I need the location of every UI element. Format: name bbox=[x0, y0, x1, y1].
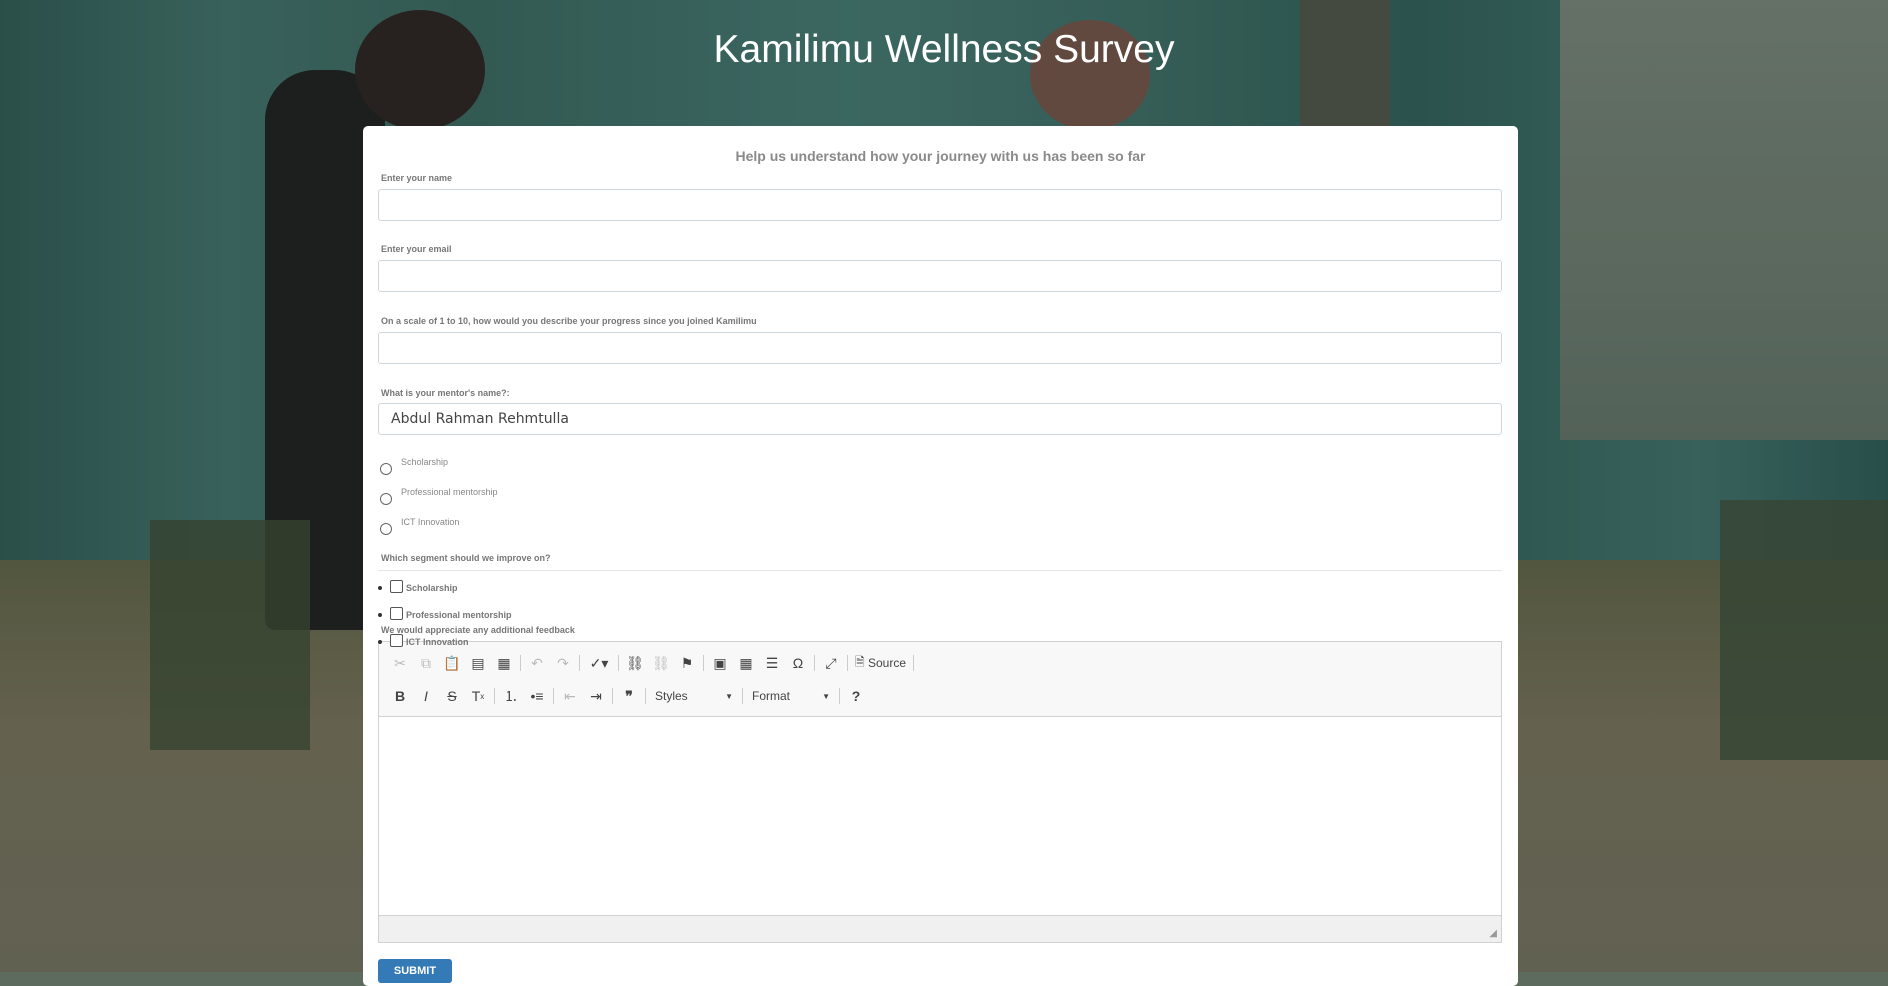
editor-toolbar: ✂ ⧉ 📋 ▤ ▦ ↶ ↷ ✓▾ ⛓ ⛓ ⚑ ▣ ▦ ☰ Ω ⤢ 🗎 Sourc… bbox=[379, 642, 1501, 717]
name-input[interactable] bbox=[378, 189, 1502, 221]
radio-icon[interactable] bbox=[380, 463, 392, 475]
special-char-icon[interactable]: Ω bbox=[785, 651, 811, 675]
radio-label: ICT Innovation bbox=[401, 517, 460, 527]
mentor-input[interactable]: Abdul Rahman Rehmtulla bbox=[378, 403, 1502, 435]
italic-icon[interactable]: I bbox=[413, 684, 439, 708]
image-icon[interactable]: ▣ bbox=[707, 651, 733, 675]
toolbar-row-1: ✂ ⧉ 📋 ▤ ▦ ↶ ↷ ✓▾ ⛓ ⛓ ⚑ ▣ ▦ ☰ Ω ⤢ 🗎 Sourc… bbox=[387, 651, 917, 675]
source-icon: 🗎 bbox=[855, 654, 865, 669]
form-subtitle: Help us understand how your journey with… bbox=[735, 148, 1146, 164]
checkbox-icon[interactable] bbox=[390, 580, 403, 593]
source-label: Source bbox=[868, 656, 907, 670]
radio-icon[interactable] bbox=[380, 493, 392, 505]
paste-icon[interactable]: 📋 bbox=[439, 651, 465, 675]
checkbox-icon[interactable] bbox=[390, 607, 403, 620]
toolbar-row-2: B I S Tx ⒈ •≡ ⇤ ⇥ ❞ Styles ▼ Format ▼ ? bbox=[387, 684, 869, 708]
help-icon[interactable]: ? bbox=[843, 684, 869, 708]
email-input[interactable] bbox=[378, 260, 1502, 292]
checkbox-label: ICT Innovation bbox=[406, 637, 469, 647]
feedback-label: We would appreciate any additional feedb… bbox=[381, 625, 575, 635]
page-title: Kamilimu Wellness Survey bbox=[713, 28, 1175, 71]
mentor-label: What is your mentor's name?: bbox=[381, 388, 510, 398]
progress-input[interactable] bbox=[378, 332, 1502, 364]
anchor-icon[interactable]: ⚑ bbox=[674, 651, 700, 675]
cut-icon[interactable]: ✂ bbox=[387, 651, 413, 675]
styles-label: Styles bbox=[655, 689, 688, 703]
spellcheck-icon[interactable]: ✓▾ bbox=[583, 651, 615, 675]
chevron-down-icon: ▼ bbox=[725, 691, 733, 701]
undo-icon[interactable]: ↶ bbox=[524, 651, 550, 675]
table-icon[interactable]: ▦ bbox=[733, 651, 759, 675]
strike-icon[interactable]: S bbox=[439, 684, 465, 708]
numbered-list-icon[interactable]: ⒈ bbox=[498, 684, 524, 708]
copy-icon[interactable]: ⧉ bbox=[413, 651, 439, 675]
submit-button[interactable]: SUBMIT bbox=[378, 959, 452, 983]
email-label: Enter your email bbox=[381, 244, 452, 254]
bold-icon[interactable]: B bbox=[387, 684, 413, 708]
checkbox-label: Scholarship bbox=[406, 583, 458, 593]
checkbox-icon[interactable] bbox=[390, 634, 403, 647]
resize-handle-icon[interactable]: ◢ bbox=[1489, 928, 1497, 939]
indent-icon[interactable]: ⇥ bbox=[583, 684, 609, 708]
feedback-editor: ✂ ⧉ 📋 ▤ ▦ ↶ ↷ ✓▾ ⛓ ⛓ ⚑ ▣ ▦ ☰ Ω ⤢ 🗎 Sourc… bbox=[378, 641, 1502, 943]
progress-label: On a scale of 1 to 10, how would you des… bbox=[381, 316, 757, 326]
unlink-icon[interactable]: ⛓ bbox=[648, 651, 674, 675]
radio-icon[interactable] bbox=[380, 523, 392, 535]
link-icon[interactable]: ⛓ bbox=[622, 651, 648, 675]
bulleted-list-icon[interactable]: •≡ bbox=[524, 684, 550, 708]
survey-form: Help us understand how your journey with… bbox=[363, 126, 1518, 986]
bullet-icon bbox=[378, 640, 382, 644]
name-label: Enter your name bbox=[381, 173, 453, 183]
source-button[interactable]: 🗎 Source bbox=[851, 651, 910, 675]
checkbox-label: Professional mentorship bbox=[406, 610, 512, 620]
redo-icon[interactable]: ↷ bbox=[550, 651, 576, 675]
maximize-icon[interactable]: ⤢ bbox=[818, 651, 844, 675]
improve-label: Which segment should we improve on? bbox=[381, 553, 551, 563]
format-label: Format bbox=[752, 689, 791, 703]
remove-format-icon[interactable]: Tx bbox=[465, 684, 491, 708]
paste-word-icon[interactable]: ▦ bbox=[491, 651, 517, 675]
blockquote-icon[interactable]: ❞ bbox=[616, 684, 642, 708]
paste-text-icon[interactable]: ▤ bbox=[465, 651, 491, 675]
bullet-icon bbox=[378, 613, 382, 617]
format-dropdown[interactable]: Format ▼ bbox=[746, 685, 836, 707]
bullet-icon bbox=[378, 586, 382, 590]
divider bbox=[378, 570, 1502, 571]
horizontal-line-icon[interactable]: ☰ bbox=[759, 651, 785, 675]
outdent-icon[interactable]: ⇤ bbox=[557, 684, 583, 708]
radio-label: Professional mentorship bbox=[401, 487, 498, 497]
chevron-down-icon: ▼ bbox=[822, 691, 830, 701]
editor-status-bar: ◢ bbox=[379, 915, 1501, 942]
styles-dropdown[interactable]: Styles ▼ bbox=[649, 685, 739, 707]
editor-content-area[interactable] bbox=[379, 717, 1501, 917]
radio-label: Scholarship bbox=[401, 457, 449, 467]
